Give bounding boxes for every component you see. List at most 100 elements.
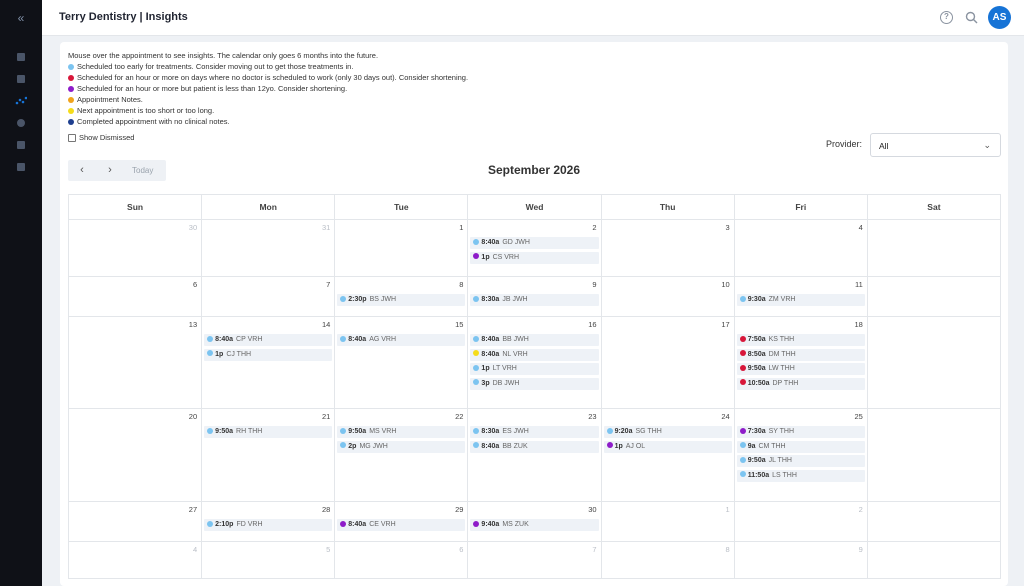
- week-row: 30 31 1 2 8:40a GD JWH 1p CS VRH 3 4: [69, 220, 1001, 277]
- sidebar-item-clipboard-icon[interactable]: [15, 139, 27, 151]
- appointment[interactable]: 9:50a RH THH: [204, 426, 333, 438]
- day-number: 15: [455, 320, 464, 329]
- appointment[interactable]: 10:50a DP THH: [736, 377, 865, 390]
- status-dot-icon: [207, 427, 214, 434]
- appointment-code: FD VRH: [236, 521, 263, 528]
- appointment[interactable]: 1p LT VRH: [470, 363, 599, 375]
- status-dot-icon: [739, 350, 746, 356]
- appointment[interactable]: 9:50a JL THH: [736, 455, 865, 467]
- day-cell[interactable]: 25 7:30a SY THH 9a CM THH 9:50a JL THH 11:50a LS…: [734, 409, 868, 502]
- appointment-code: LW THH: [768, 365, 795, 372]
- appointment[interactable]: 11:50a LS THH: [736, 469, 865, 482]
- day-cell[interactable]: [867, 409, 1001, 502]
- appointment[interactable]: 7:30a SY THH: [736, 426, 865, 438]
- sidebar-item-reports-icon[interactable]: [15, 73, 27, 85]
- day-number: 4: [858, 223, 863, 232]
- day-cell[interactable]: 3: [601, 220, 735, 277]
- show-dismissed-checkbox[interactable]: [68, 133, 76, 142]
- appointment[interactable]: 9:20a SG THH: [603, 426, 732, 438]
- day-cell[interactable]: 20: [69, 409, 203, 502]
- show-dismissed-toggle[interactable]: Show Dismissed: [68, 133, 134, 142]
- week-row: 20 21 9:50a RH THH 22 9:50a MS VRH 2p MG JWH 23 8:…: [69, 409, 1001, 502]
- day-cell[interactable]: [867, 317, 1001, 409]
- appointment[interactable]: 8:40a BB JWH: [470, 334, 599, 346]
- day-cell[interactable]: 7: [468, 542, 602, 579]
- day-cell[interactable]: 2 8:40a GD JWH 1p CS VRH: [468, 220, 602, 277]
- day-cell[interactable]: 31: [202, 220, 336, 277]
- day-cell[interactable]: [867, 220, 1001, 277]
- appointment[interactable]: 1p AJ OL: [603, 440, 732, 453]
- day-cell[interactable]: 23 8:30a ES JWH 8:40a BB ZUK: [468, 409, 602, 502]
- appointment[interactable]: 2p MG JWH: [337, 440, 466, 453]
- day-cell[interactable]: 17: [601, 317, 735, 409]
- appointment[interactable]: 1p CJ THH: [204, 348, 333, 361]
- day-cell[interactable]: 1: [601, 502, 735, 542]
- sidebar-item-patients-icon[interactable]: [15, 117, 27, 129]
- status-dot-icon: [739, 379, 746, 385]
- appointment[interactable]: 2:30p BS JWH: [337, 294, 466, 306]
- appointment[interactable]: 9:50a LW THH: [736, 363, 865, 375]
- day-cell[interactable]: 8 2:30p BS JWH: [335, 277, 469, 317]
- day-cell[interactable]: 30 9:40a MS ZUK: [468, 502, 602, 542]
- appointment-time: 7:30a: [747, 428, 766, 435]
- day-number: 23: [588, 412, 597, 421]
- day-cell[interactable]: 27: [69, 502, 203, 542]
- day-cell[interactable]: 22 9:50a MS VRH 2p MG JWH: [335, 409, 469, 502]
- day-cell[interactable]: 9 8:30a JB JWH: [468, 277, 602, 317]
- search-icon[interactable]: [965, 11, 978, 24]
- day-cell[interactable]: 28 2:10p FD VRH: [202, 502, 336, 542]
- day-cell[interactable]: [867, 502, 1001, 542]
- appointment[interactable]: 8:50a DM THH: [736, 348, 865, 361]
- appointment[interactable]: 2:10p FD VRH: [204, 519, 333, 531]
- day-cell[interactable]: 4: [734, 220, 868, 277]
- day-cell[interactable]: 16 8:40a BB JWH 8:40a NL VRH 1p LT VRH 3p DB JWH: [468, 317, 602, 409]
- appointment[interactable]: 8:40a GD JWH: [470, 237, 599, 249]
- day-cell[interactable]: 29 8:40a CE VRH: [335, 502, 469, 542]
- appointment[interactable]: 1p CS VRH: [470, 251, 599, 264]
- day-number: 25: [854, 412, 863, 421]
- day-cell[interactable]: 1: [335, 220, 469, 277]
- appointment[interactable]: 8:40a NL VRH: [470, 348, 599, 361]
- appointment[interactable]: 8:40a CE VRH: [337, 519, 466, 531]
- day-cell[interactable]: 8: [601, 542, 735, 579]
- day-cell[interactable]: 6: [69, 277, 203, 317]
- appointment[interactable]: 9:50a MS VRH: [337, 426, 466, 438]
- help-icon[interactable]: ?: [940, 11, 953, 24]
- appointment[interactable]: 8:40a AG VRH: [337, 334, 466, 346]
- day-cell[interactable]: [867, 542, 1001, 579]
- day-cell[interactable]: 2: [734, 502, 868, 542]
- appointment[interactable]: 8:40a BB ZUK: [470, 440, 599, 453]
- provider-select[interactable]: All ⌄: [870, 133, 1001, 157]
- day-header: Tue: [335, 195, 469, 220]
- collapse-sidebar-icon[interactable]: «: [0, 0, 42, 36]
- appointment[interactable]: 7:50a KS THH: [736, 334, 865, 346]
- day-cell[interactable]: 10: [601, 277, 735, 317]
- user-avatar[interactable]: AS: [988, 6, 1011, 29]
- appointment[interactable]: 8:30a JB JWH: [470, 294, 599, 306]
- sidebar-item-settings-icon[interactable]: [15, 161, 27, 173]
- day-cell[interactable]: 7: [202, 277, 336, 317]
- appointment[interactable]: 3p DB JWH: [470, 377, 599, 390]
- day-cell[interactable]: 6: [335, 542, 469, 579]
- day-cell[interactable]: 18 7:50a KS THH 8:50a DM THH 9:50a LW THH 10:50…: [734, 317, 868, 409]
- appointment[interactable]: 9:30a ZM VRH: [736, 294, 865, 306]
- day-cell[interactable]: 5: [202, 542, 336, 579]
- day-cell[interactable]: 15 8:40a AG VRH: [335, 317, 469, 409]
- day-cell[interactable]: 11 9:30a ZM VRH: [734, 277, 868, 317]
- day-cell[interactable]: 4: [69, 542, 203, 579]
- appointment[interactable]: 9:40a MS ZUK: [470, 519, 599, 531]
- sidebar-item-insights-icon[interactable]: [15, 95, 27, 107]
- appointment-time: 8:40a: [481, 442, 500, 450]
- day-cell[interactable]: 30: [69, 220, 203, 277]
- day-cell[interactable]: 9: [734, 542, 868, 579]
- sidebar-item-dashboard-icon[interactable]: [15, 51, 27, 63]
- day-cell[interactable]: [867, 277, 1001, 317]
- day-cell[interactable]: 24 9:20a SG THH 1p AJ OL: [601, 409, 735, 502]
- day-cell[interactable]: 21 9:50a RH THH: [202, 409, 336, 502]
- status-dot-icon: [739, 471, 746, 477]
- appointment[interactable]: 9a CM THH: [736, 440, 865, 453]
- appointment[interactable]: 8:40a CP VRH: [204, 334, 333, 346]
- day-cell[interactable]: 13: [69, 317, 203, 409]
- day-cell[interactable]: 14 8:40a CP VRH 1p CJ THH: [202, 317, 336, 409]
- appointment[interactable]: 8:30a ES JWH: [470, 426, 599, 438]
